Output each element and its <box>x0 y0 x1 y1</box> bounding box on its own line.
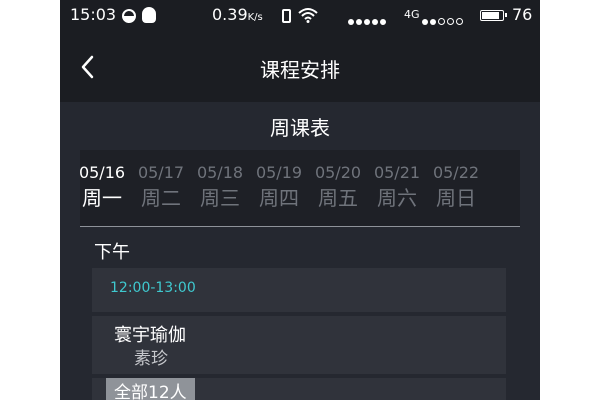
day-tab-wed[interactable]: 05/18 周三 <box>190 162 250 212</box>
qq-icon <box>142 7 156 27</box>
network-speed-unit: K/s <box>247 12 263 23</box>
moon-icon <box>122 8 136 27</box>
day-date: 05/22 <box>432 163 480 182</box>
phone-screen: 15:03 0.39K/s 4G 76 课程安排 周课表 05/16 周一 05… <box>60 0 540 400</box>
battery-icon <box>480 5 507 24</box>
day-weekday: 周一 <box>82 186 122 210</box>
time-slot-label: 12:00-13:00 <box>110 280 196 296</box>
attendee-count-button[interactable]: 全部12人 <box>106 378 195 400</box>
nav-bar: 课程安排 <box>60 32 540 102</box>
network-speed: 0.39K/s <box>212 5 263 24</box>
day-tab-thu[interactable]: 05/19 周四 <box>249 162 309 212</box>
signal-dots-icon <box>348 10 388 29</box>
attendee-row: 全部12人 <box>92 378 506 400</box>
course-card[interactable]: 寰宇瑜伽 素珍 <box>92 316 506 374</box>
day-weekday: 周三 <box>200 186 240 210</box>
period-label: 下午 <box>94 242 130 263</box>
network-type: 4G <box>404 8 420 21</box>
status-time: 15:03 <box>70 5 117 24</box>
time-slot[interactable]: 12:00-13:00 <box>92 268 506 312</box>
day-tab-fri[interactable]: 05/20 周五 <box>308 162 368 212</box>
day-tab-tue[interactable]: 05/17 周二 <box>131 162 191 212</box>
day-weekday: 周二 <box>141 186 181 210</box>
vibrate-icon <box>282 8 291 27</box>
page-title: 课程安排 <box>260 58 340 82</box>
network-speed-value: 0.39 <box>212 5 248 24</box>
week-divider <box>80 226 520 227</box>
day-weekday: 周六 <box>377 186 417 210</box>
day-weekday: 周五 <box>318 186 358 210</box>
week-strip: 05/16 周一 05/17 周二 05/18 周三 05/19 周四 05/2… <box>79 150 520 226</box>
course-teacher: 素珍 <box>134 349 168 369</box>
status-bar: 15:03 0.39K/s 4G 76 <box>60 0 540 32</box>
day-date: 05/17 <box>137 163 185 182</box>
day-weekday: 周四 <box>259 186 299 210</box>
day-weekday: 周日 <box>436 186 476 210</box>
signal-strength-icon <box>422 10 465 29</box>
day-tab-sun[interactable]: 05/22 周日 <box>426 162 486 212</box>
section-title: 周课表 <box>270 116 330 140</box>
day-date: 05/19 <box>255 163 303 182</box>
day-date: 05/20 <box>314 163 362 182</box>
day-date: 05/16 <box>78 163 126 182</box>
day-tab-mon[interactable]: 05/16 周一 <box>72 162 132 212</box>
wifi-icon <box>298 7 318 27</box>
day-tab-sat[interactable]: 05/21 周六 <box>367 162 427 212</box>
day-date: 05/18 <box>196 163 244 182</box>
battery-level: 76 <box>512 5 533 24</box>
day-date: 05/21 <box>373 163 421 182</box>
